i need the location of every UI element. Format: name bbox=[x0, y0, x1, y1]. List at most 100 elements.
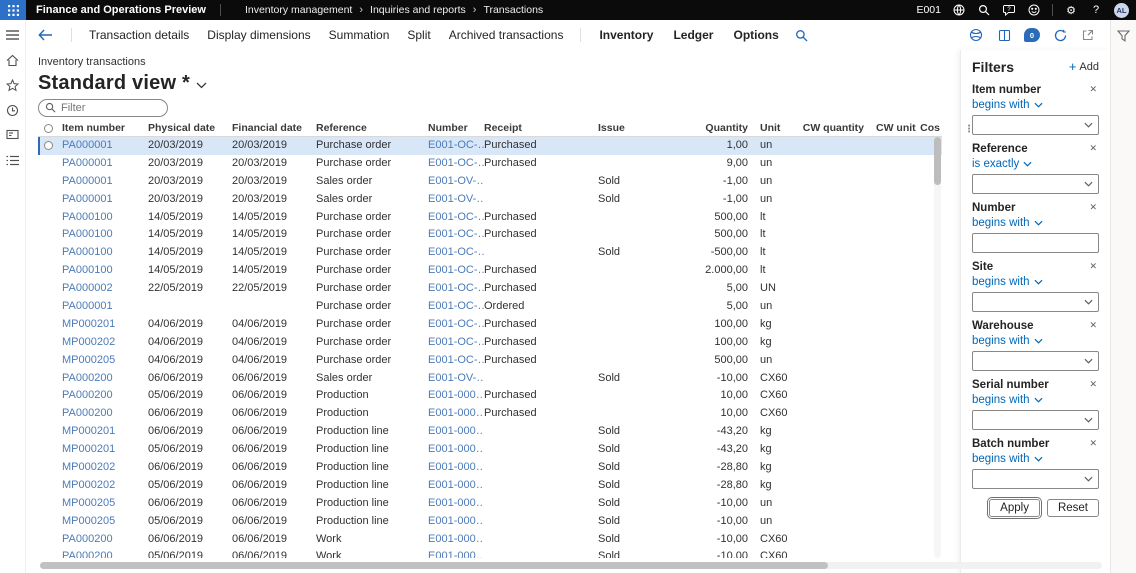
cell-number[interactable]: E001-000… bbox=[428, 548, 484, 558]
cell-number[interactable]: E001-OC-… bbox=[428, 155, 484, 173]
action-item[interactable]: Transaction details bbox=[80, 28, 198, 42]
column-header[interactable]: CW quantity bbox=[798, 120, 870, 136]
filter-operator-link[interactable]: begins with bbox=[972, 276, 1099, 288]
close-icon[interactable]: ✕ bbox=[1087, 378, 1099, 391]
globe-icon[interactable] bbox=[952, 3, 966, 17]
action-menu-tab[interactable]: Ledger bbox=[663, 28, 723, 42]
filter-value-input[interactable] bbox=[972, 115, 1099, 135]
filter-value-input[interactable] bbox=[972, 233, 1099, 253]
close-icon[interactable]: ✕ bbox=[1087, 437, 1099, 450]
row-select-cell[interactable] bbox=[38, 548, 62, 558]
row-select-cell[interactable] bbox=[38, 173, 62, 191]
cell-item[interactable]: PA000100 bbox=[62, 209, 148, 227]
table-row[interactable]: PA00020006/06/201906/06/2019Sales orderE… bbox=[38, 370, 942, 388]
row-radio[interactable] bbox=[44, 141, 53, 150]
table-row[interactable]: PA00000120/03/201920/03/2019Sales orderE… bbox=[38, 173, 942, 191]
filter-operator-link[interactable]: begins with bbox=[972, 335, 1099, 347]
row-select-cell[interactable] bbox=[38, 280, 62, 298]
table-row[interactable]: MP00020205/06/201906/06/2019Production l… bbox=[38, 477, 942, 495]
cell-number[interactable]: E001-OV-… bbox=[428, 173, 484, 191]
column-header[interactable]: Reference bbox=[316, 120, 428, 136]
cell-item[interactable]: PA000200 bbox=[62, 531, 148, 549]
action-item[interactable]: Archived transactions bbox=[440, 28, 573, 42]
horizontal-scrollbar[interactable] bbox=[40, 562, 1102, 569]
cell-number[interactable]: E001-OV-… bbox=[428, 370, 484, 388]
row-select-cell[interactable] bbox=[38, 459, 62, 477]
breadcrumb-item[interactable]: Transactions bbox=[483, 4, 543, 16]
table-row[interactable]: PA00020005/06/201906/06/2019WorkE001-000… bbox=[38, 548, 942, 558]
table-row[interactable]: MP00020504/06/201904/06/2019Purchase ord… bbox=[38, 352, 942, 370]
cell-item[interactable]: PA000002 bbox=[62, 280, 148, 298]
cell-number[interactable]: E001-000… bbox=[428, 387, 484, 405]
row-select-cell[interactable] bbox=[38, 495, 62, 513]
cell-item[interactable]: PA000100 bbox=[62, 262, 148, 280]
favorites-star-icon[interactable] bbox=[6, 78, 20, 92]
feedback-icon[interactable]: ? bbox=[1002, 3, 1016, 17]
action-item[interactable]: Display dimensions bbox=[198, 28, 319, 42]
view-selector[interactable]: Standard view * bbox=[38, 70, 960, 96]
action-item[interactable]: Split bbox=[398, 28, 439, 42]
table-row[interactable]: PA00010014/05/201914/05/2019Purchase ord… bbox=[38, 262, 942, 280]
cell-number[interactable]: E001-000… bbox=[428, 441, 484, 459]
cell-item[interactable]: MP000205 bbox=[62, 495, 148, 513]
cell-item[interactable]: MP000202 bbox=[62, 477, 148, 495]
action-item[interactable]: Summation bbox=[320, 28, 399, 42]
gear-icon[interactable]: ⚙ bbox=[1064, 3, 1078, 17]
grid-filter-input[interactable] bbox=[38, 99, 168, 117]
cell-number[interactable]: E001-000… bbox=[428, 405, 484, 423]
table-row[interactable]: MP00020106/06/201906/06/2019Production l… bbox=[38, 423, 942, 441]
chevron-down-icon[interactable] bbox=[196, 82, 207, 89]
cell-number[interactable]: E001-OC-… bbox=[428, 262, 484, 280]
column-header[interactable]: Financial date bbox=[232, 120, 316, 136]
column-header[interactable] bbox=[38, 120, 62, 136]
column-header[interactable]: Item number bbox=[62, 120, 148, 136]
table-row[interactable]: MP00020104/06/201904/06/2019Purchase ord… bbox=[38, 316, 942, 334]
refresh-icon[interactable] bbox=[1052, 27, 1068, 43]
add-filter-button[interactable]: + Add bbox=[1069, 61, 1099, 73]
table-row[interactable]: PA00020005/06/201906/06/2019ProductionE0… bbox=[38, 387, 942, 405]
combo-chevron-icon[interactable] bbox=[1084, 299, 1093, 305]
waffle-icon[interactable] bbox=[0, 0, 26, 20]
table-row[interactable]: PA000001Purchase orderE001-OC-…Ordered5,… bbox=[38, 298, 942, 316]
action-menu-tab[interactable]: Inventory bbox=[589, 28, 663, 42]
cell-number[interactable]: E001-OC-… bbox=[428, 209, 484, 227]
cell-number[interactable]: E001-OC-… bbox=[428, 137, 484, 155]
action-menu-tab[interactable]: Options bbox=[723, 28, 788, 42]
row-select-cell[interactable] bbox=[38, 441, 62, 459]
cell-number[interactable]: E001-000… bbox=[428, 423, 484, 441]
row-select-cell[interactable] bbox=[38, 262, 62, 280]
cell-number[interactable]: E001-000… bbox=[428, 477, 484, 495]
cell-item[interactable]: PA000001 bbox=[62, 137, 148, 155]
app-title[interactable]: Finance and Operations Preview bbox=[26, 4, 220, 16]
cell-item[interactable]: MP000202 bbox=[62, 334, 148, 352]
cell-item[interactable]: MP000201 bbox=[62, 316, 148, 334]
table-row[interactable]: PA00000120/03/201920/03/2019Purchase ord… bbox=[38, 155, 942, 173]
cell-number[interactable]: E001-OC-… bbox=[428, 226, 484, 244]
cell-number[interactable]: E001-000… bbox=[428, 513, 484, 531]
cell-item[interactable]: MP000205 bbox=[62, 352, 148, 370]
task-recorder-icon[interactable] bbox=[996, 27, 1012, 43]
actionbar-search-icon[interactable] bbox=[795, 29, 808, 42]
filter-funnel-icon[interactable] bbox=[1117, 30, 1130, 42]
cell-item[interactable]: MP000205 bbox=[62, 513, 148, 531]
close-icon[interactable]: ✕ bbox=[1087, 319, 1099, 332]
cell-number[interactable]: E001-000… bbox=[428, 495, 484, 513]
cell-item[interactable]: PA000200 bbox=[62, 387, 148, 405]
filter-operator-link[interactable]: is exactly bbox=[972, 158, 1099, 170]
smiley-icon[interactable] bbox=[1027, 3, 1041, 17]
combo-chevron-icon[interactable] bbox=[1084, 417, 1093, 423]
close-icon[interactable]: ✕ bbox=[1087, 142, 1099, 155]
column-header[interactable]: Cos bbox=[916, 120, 942, 136]
vertical-scrollbar[interactable] bbox=[934, 137, 941, 558]
table-row[interactable]: PA00020006/06/201906/06/2019ProductionE0… bbox=[38, 405, 942, 423]
table-row[interactable]: PA00000120/03/201920/03/2019Purchase ord… bbox=[38, 137, 942, 155]
cell-item[interactable]: PA000200 bbox=[62, 548, 148, 558]
row-select-cell[interactable] bbox=[38, 226, 62, 244]
personalize-icon[interactable] bbox=[968, 27, 984, 43]
row-select-cell[interactable] bbox=[38, 477, 62, 495]
filter-operator-link[interactable]: begins with bbox=[972, 453, 1099, 465]
close-icon[interactable]: ✕ bbox=[1087, 83, 1099, 96]
column-header[interactable]: Number bbox=[428, 120, 484, 136]
combo-chevron-icon[interactable] bbox=[1084, 122, 1093, 128]
close-icon[interactable]: ✕ bbox=[1087, 260, 1099, 273]
